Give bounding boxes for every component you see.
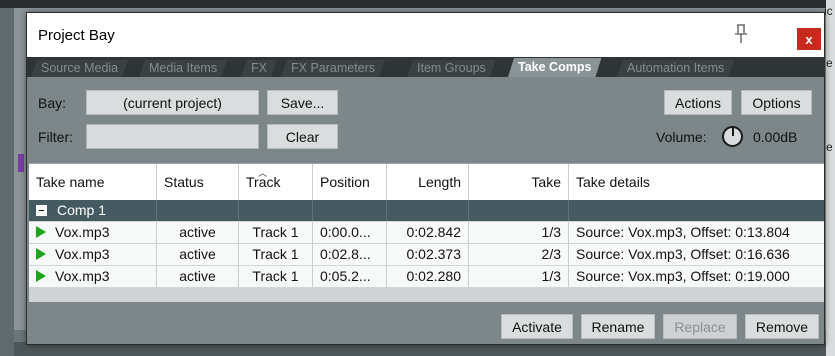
position-cell: 0:00.0... <box>313 222 387 243</box>
take-name: Vox.mp3 <box>55 224 110 240</box>
column-header-take[interactable]: Take <box>469 164 569 200</box>
project-bay-window: Project Bay x Source Media Media Items F… <box>26 12 825 345</box>
replace-button[interactable]: Replace <box>663 314 737 339</box>
status-cell: active <box>157 244 239 265</box>
take-name-cell: Vox.mp3 <box>29 244 157 265</box>
column-header-position[interactable]: Position <box>313 164 387 200</box>
empty-cell <box>469 200 569 221</box>
take-cell: 1/3 <box>469 266 569 287</box>
take-name: Vox.mp3 <box>55 268 110 284</box>
volume-knob[interactable] <box>722 126 743 147</box>
close-icon: x <box>805 31 813 47</box>
remove-button[interactable]: Remove <box>745 314 819 339</box>
length-cell: 0:02.842 <box>387 222 469 243</box>
play-icon <box>36 226 46 238</box>
clear-button[interactable]: Clear <box>267 124 338 149</box>
bay-selector[interactable]: (current project) <box>86 90 259 115</box>
track-cell: Track 1 <box>239 244 313 265</box>
group-name-cell: Comp 1 <box>29 200 157 221</box>
horizontal-scroll-area[interactable] <box>29 288 824 302</box>
comp-group-row[interactable]: Comp 1 <box>29 200 824 222</box>
volume-label: Volume: <box>656 129 707 145</box>
collapse-icon[interactable] <box>36 205 47 216</box>
position-cell: 0:02.8... <box>313 244 387 265</box>
background-track-panel <box>0 8 14 356</box>
tab-take-comps[interactable]: Take Comps <box>508 58 601 77</box>
take-details-cell: Source: Vox.mp3, Offset: 0:19.000 <box>576 268 790 284</box>
volume-value: 0.00dB <box>753 129 798 145</box>
position-cell: 0:05.2... <box>313 266 387 287</box>
tab-automation-items[interactable]: Automation Items <box>617 60 734 77</box>
background-glyph: e <box>826 56 833 70</box>
take-cell: 1/3 <box>469 222 569 243</box>
take-details-cell: Source: Vox.mp3, Offset: 0:16.636 <box>576 246 790 262</box>
length-cell: 0:02.280 <box>387 266 469 287</box>
play-icon <box>36 270 46 282</box>
empty-cell <box>387 200 469 221</box>
tab-fx-parameters[interactable]: FX Parameters <box>281 60 385 77</box>
bay-label: Bay: <box>38 95 67 111</box>
window-title: Project Bay <box>38 27 115 44</box>
options-button[interactable]: Options <box>741 90 812 115</box>
empty-cell <box>239 200 313 221</box>
close-button[interactable]: x <box>797 28 821 50</box>
take-comps-table: Take name Status Track Position Length T… <box>29 163 824 302</box>
background-glyph: ic <box>824 4 833 18</box>
tab-source-media[interactable]: Source Media <box>31 60 128 77</box>
table-row[interactable]: Vox.mp3 active Track 1 0:02.8... 0:02.37… <box>29 244 824 266</box>
actions-button[interactable]: Actions <box>664 90 732 115</box>
rename-button[interactable]: Rename <box>581 314 655 339</box>
background-track-color <box>18 154 24 172</box>
tab-media-items[interactable]: Media Items <box>139 60 227 77</box>
table-row[interactable]: Vox.mp3 active Track 1 0:05.2... 0:02.28… <box>29 266 824 288</box>
take-cell: 2/3 <box>469 244 569 265</box>
column-header-length[interactable]: Length <box>387 164 469 200</box>
background-glyph: e <box>826 140 833 154</box>
track-cell: Track 1 <box>239 222 313 243</box>
tab-fx[interactable]: FX <box>241 60 277 77</box>
take-name-cell: Vox.mp3 <box>29 222 157 243</box>
empty-cell <box>569 200 824 221</box>
column-header-take-details[interactable]: Take details <box>569 164 824 200</box>
take-name: Vox.mp3 <box>55 246 110 262</box>
group-name: Comp 1 <box>57 202 107 218</box>
filter-input[interactable] <box>86 124 259 149</box>
length-cell: 0:02.373 <box>387 244 469 265</box>
take-details-cell: Source: Vox.mp3, Offset: 0:13.804 <box>576 224 790 240</box>
column-header-take-name[interactable]: Take name <box>29 164 157 200</box>
tab-item-groups[interactable]: Item Groups <box>407 60 496 77</box>
pin-icon[interactable] <box>732 23 750 47</box>
status-cell: active <box>157 222 239 243</box>
background-app-toolbar <box>0 0 835 8</box>
empty-cell <box>157 200 239 221</box>
play-icon <box>36 248 46 260</box>
title-bar[interactable]: Project Bay x <box>27 13 824 57</box>
table-header: Take name Status Track Position Length T… <box>29 164 824 200</box>
table-row[interactable]: Vox.mp3 active Track 1 0:00.0... 0:02.84… <box>29 222 824 244</box>
track-cell: Track 1 <box>239 266 313 287</box>
save-button[interactable]: Save... <box>267 90 338 115</box>
column-header-track[interactable]: Track <box>239 164 313 200</box>
filter-label: Filter: <box>38 129 73 145</box>
background-right-panel: ic e e <box>824 0 835 356</box>
take-name-cell: Vox.mp3 <box>29 266 157 287</box>
tab-strip: Source Media Media Items FX FX Parameter… <box>27 57 824 77</box>
empty-cell <box>313 200 387 221</box>
column-header-status[interactable]: Status <box>157 164 239 200</box>
status-cell: active <box>157 266 239 287</box>
activate-button[interactable]: Activate <box>501 314 573 339</box>
sort-ascending-icon: ︿ <box>258 168 268 178</box>
